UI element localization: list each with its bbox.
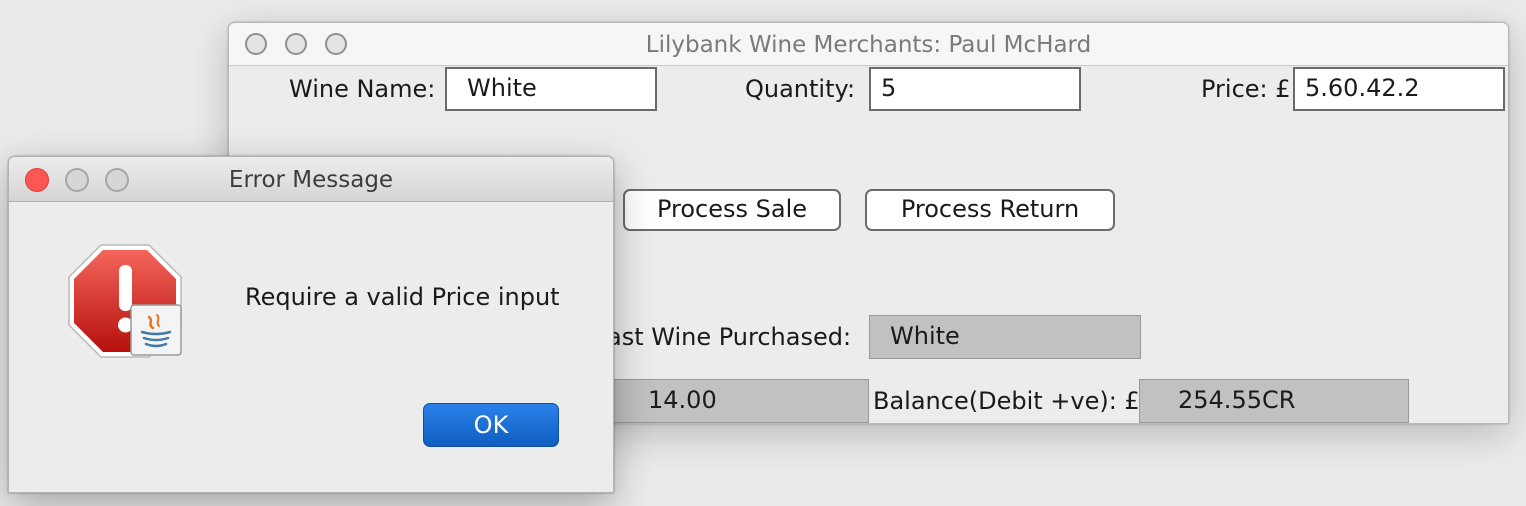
balance-display: 254.55CR <box>1139 379 1409 423</box>
price-label: Price: £ <box>1201 75 1291 103</box>
process-sale-button[interactable]: Process Sale <box>623 189 841 231</box>
main-titlebar[interactable]: Lilybank Wine Merchants: Paul McHard <box>229 23 1508 66</box>
window-title: Lilybank Wine Merchants: Paul McHard <box>645 32 1092 58</box>
error-message-text: Require a valid Price input <box>245 283 560 311</box>
wine-name-input[interactable]: White <box>445 67 657 111</box>
balance-label: Balance(Debit +ve): £ <box>873 387 1140 415</box>
quantity-label: Quantity: <box>745 75 856 103</box>
ok-button[interactable]: OK <box>423 403 559 447</box>
quantity-input[interactable]: 5 <box>869 67 1081 111</box>
error-dialog: Error Message Require a valid Price inpu… <box>8 156 614 493</box>
dialog-titlebar[interactable]: Error Message <box>9 157 613 202</box>
last-wine-display: White <box>869 315 1141 359</box>
wine-name-label: Wine Name: <box>289 75 436 103</box>
process-return-button[interactable]: Process Return <box>865 189 1115 231</box>
dialog-title: Error Message <box>228 167 394 193</box>
price-input[interactable]: 5.60.42.2 <box>1293 67 1505 111</box>
last-wine-label: ast Wine Purchased: <box>607 323 852 351</box>
error-stop-icon <box>67 241 187 361</box>
